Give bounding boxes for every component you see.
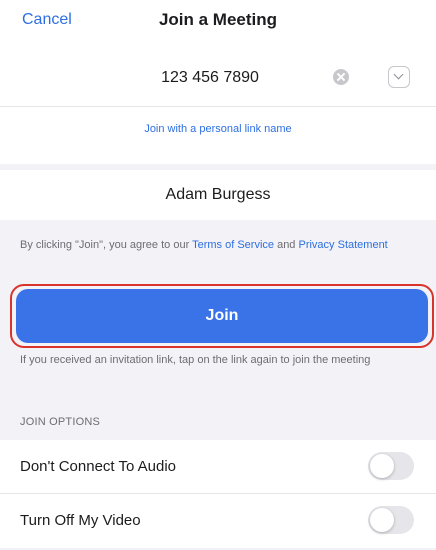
terms-of-service-link[interactable]: Terms of Service <box>192 239 274 251</box>
option-label-video: Turn Off My Video <box>20 512 141 529</box>
meeting-id-row <box>0 50 436 106</box>
toggle-knob <box>370 508 394 532</box>
invitation-hint: If you received an invitation link, tap … <box>20 354 371 366</box>
personal-link-row: Join with a personal link name <box>0 106 436 164</box>
option-label-audio: Don't Connect To Audio <box>20 458 177 475</box>
display-name-row <box>0 170 436 220</box>
meeting-id-input[interactable] <box>100 62 320 94</box>
privacy-statement-link[interactable]: Privacy Statement <box>298 239 387 251</box>
meeting-history-dropdown-button[interactable] <box>388 66 410 88</box>
option-row-video: Turn Off My Video <box>0 494 436 548</box>
nav-bar: Cancel Join a Meeting <box>0 0 436 50</box>
video-toggle[interactable] <box>368 506 414 534</box>
page-title: Join a Meeting <box>158 10 278 29</box>
chevron-down-icon <box>393 69 404 80</box>
audio-toggle[interactable] <box>368 452 414 480</box>
display-name-input[interactable] <box>80 178 356 212</box>
terms-conjunction: and <box>274 239 299 251</box>
join-button[interactable]: Join <box>16 289 428 343</box>
join-options-header: JOIN OPTIONS <box>20 416 101 428</box>
toggle-knob <box>370 454 394 478</box>
join-with-personal-link-button[interactable]: Join with a personal link name <box>0 123 436 135</box>
terms-prefix: By clicking "Join", you agree to our <box>20 239 193 251</box>
option-row-audio: Don't Connect To Audio <box>0 440 436 494</box>
clear-circle-icon[interactable] <box>333 69 349 85</box>
terms-notice: By clicking "Join", you agree to our Ter… <box>20 236 420 254</box>
